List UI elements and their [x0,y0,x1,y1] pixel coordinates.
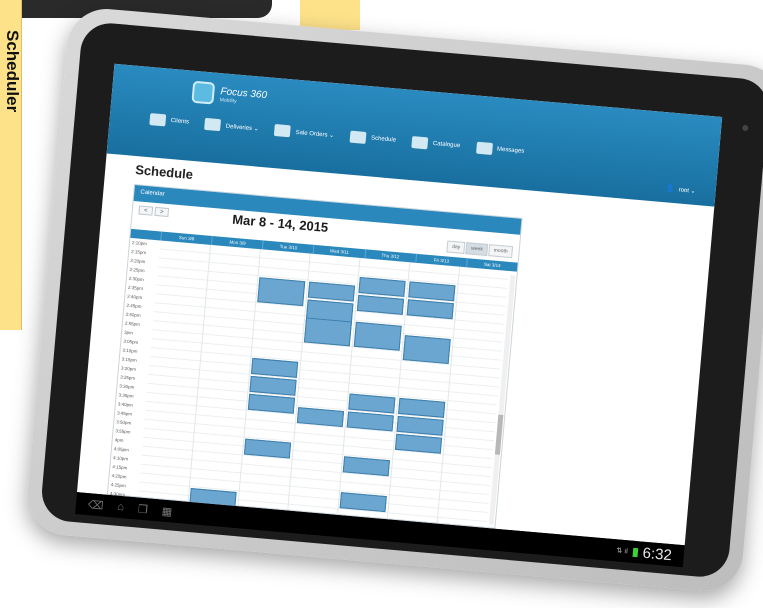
status-area: ⇅ ıl 6:32 [616,542,685,565]
messages-icon [475,141,493,155]
day-divider [187,244,212,502]
nav-clients-label: Clients [170,117,190,126]
calendar-event[interactable] [243,438,292,459]
calendar-event[interactable] [342,456,390,477]
schedule-icon [349,130,367,144]
calendar-event[interactable] [256,277,306,307]
logo-icon [191,80,216,105]
background-yellow-strip [300,0,360,30]
nav-messages-label: Messages [496,146,525,155]
calendar-grid: 2:10pm 2:15pm 2:20pm 2:25pm 2:30pm 2:35pm 2:40… [108,238,517,529]
nav-deliveries[interactable]: Deliveries ⌄ [204,117,259,135]
calendar-event[interactable] [250,357,299,378]
view-switch: day week month [446,240,514,259]
calendar-event[interactable] [394,433,443,454]
battery-icon [632,547,639,557]
signal-icon: ⇅ ıl [616,547,628,556]
home-icon[interactable]: ⌂ [117,500,125,514]
scrollbar-thumb[interactable] [494,414,504,455]
nav-catalogue-label: Catalogue [432,140,461,150]
nav-catalogue[interactable]: Catalogue [411,136,460,152]
events-layer [138,240,509,528]
recent-apps-icon[interactable]: ❐ [137,502,148,516]
view-week-button[interactable]: week [465,242,489,257]
calendar-event[interactable] [406,299,454,320]
calendar-event[interactable] [347,393,396,414]
page-title: Schedule [134,162,194,183]
calendar-event[interactable] [358,276,406,297]
next-week-button[interactable]: > [154,206,170,218]
calendar-event[interactable] [407,281,456,302]
calendar-event[interactable] [249,375,297,396]
app-logo[interactable]: Focus 360 Mobility [191,80,268,109]
calendar-event[interactable] [339,492,387,513]
calendar-event[interactable] [247,393,295,414]
calendar-event[interactable] [353,321,402,351]
user-menu[interactable]: 👤 root ⌄ [666,184,696,195]
clients-icon [149,113,167,127]
back-icon[interactable]: ⌫ [87,498,104,512]
calendar-event[interactable] [296,407,345,428]
side-banner: Scheduler [0,0,22,330]
clock: 6:32 [641,544,673,564]
nav-messages[interactable]: Messages [475,141,525,158]
catalogue-icon [411,136,429,150]
nav-sale-orders[interactable]: Sale Orders ⌄ [274,124,335,141]
view-month-button[interactable]: month [488,244,514,259]
tablet-device: Focus 360 Mobility Clients Deliveries ⌄ [24,5,763,595]
prev-week-button[interactable]: < [138,205,154,216]
user-label: root ⌄ [678,186,696,195]
nav-clients[interactable]: Clients [149,113,189,128]
nav-schedule-label: Schedule [370,135,397,144]
view-day-button[interactable]: day [446,240,466,255]
side-banner-label: Scheduler [3,30,22,113]
grid-icon[interactable]: ▦ [161,504,172,518]
calendar-event[interactable] [397,397,446,418]
calendar-panel: Calendar < > Mar 8 - 14, 2015 day week m… [106,183,523,529]
system-nav-icons: ⌫ ⌂ ❐ ▦ [75,497,172,518]
truck-icon [204,117,222,132]
user-icon: 👤 [665,185,675,194]
calendar-event[interactable] [346,411,394,432]
calendar-event[interactable] [307,281,355,302]
app-screen: Focus 360 Mobility Clients Deliveries ⌄ [77,63,723,546]
nav-schedule[interactable]: Schedule [349,130,397,147]
calendar-event[interactable] [303,317,352,347]
photo-stage: Scheduler Focus 360 Mobility Clients Del… [0,0,763,608]
calendar-event[interactable] [356,294,405,315]
main-nav: Clients Deliveries ⌄ Sale Orders ⌄ Sched… [149,113,524,158]
nav-deliveries-label: Deliveries ⌄ [225,123,259,133]
calendar-nav: < > [138,205,170,218]
nav-sale-orders-label: Sale Orders ⌄ [295,129,335,139]
cart-icon [274,124,292,138]
calendar-event[interactable] [402,335,451,365]
calendar-event[interactable] [396,415,444,436]
